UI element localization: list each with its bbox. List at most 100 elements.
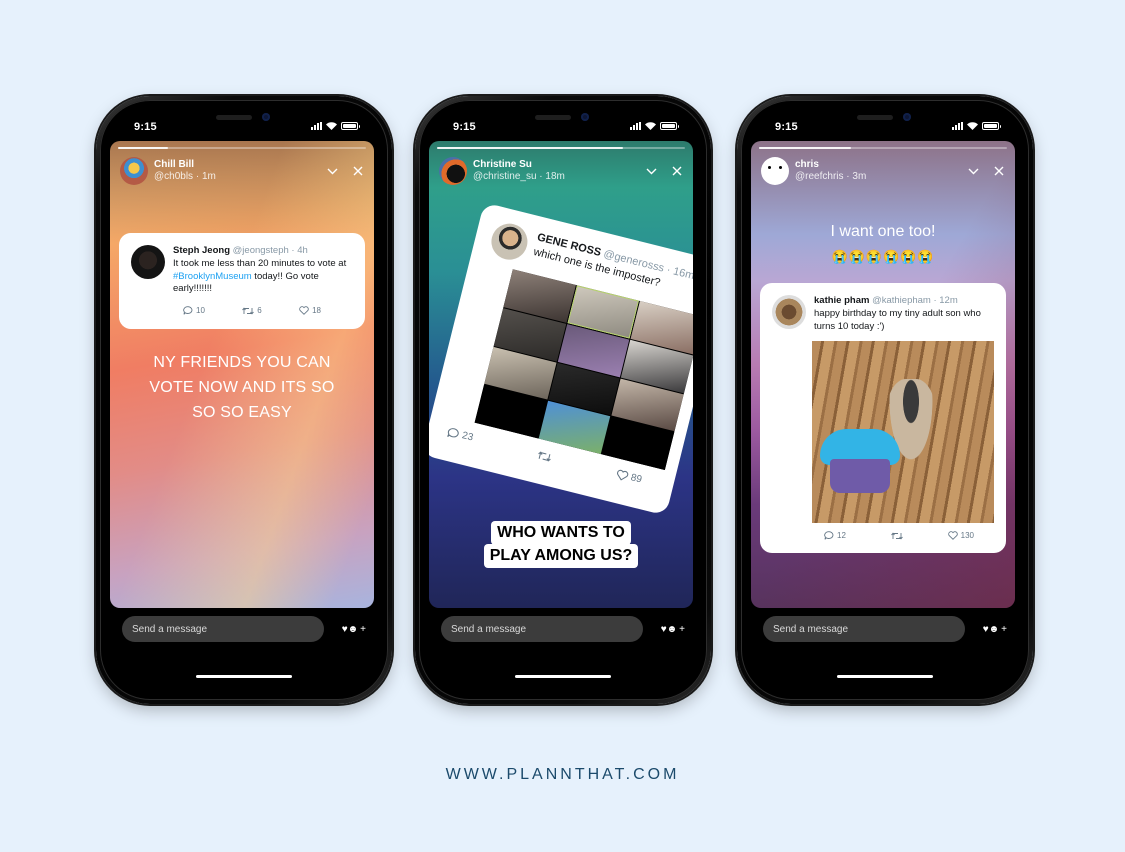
story-progress-fill: [118, 147, 168, 149]
story-user-handle: @christine_su · 18m: [473, 171, 565, 182]
react-button[interactable]: ♥☻ +: [983, 624, 1007, 635]
tweet-avatar: [487, 219, 532, 264]
reply-icon: [824, 531, 834, 541]
battery-icon: [660, 122, 679, 130]
tweet-image-video-call-grid[interactable]: [474, 269, 693, 471]
plus-icon: +: [1001, 623, 1007, 635]
status-time: 9:15: [453, 121, 476, 133]
heart-icon: [299, 306, 309, 316]
wifi-icon: [326, 122, 337, 130]
tweet-image-dog-photo[interactable]: [812, 341, 994, 524]
earpiece-speaker: [535, 115, 571, 120]
close-icon[interactable]: [993, 165, 1005, 177]
react-button[interactable]: ♥☻ +: [342, 624, 366, 635]
reply-action[interactable]: 10: [183, 306, 205, 315]
home-indicator[interactable]: [196, 675, 292, 678]
battery-icon: [982, 122, 1001, 130]
send-message-input[interactable]: [122, 616, 324, 642]
like-action[interactable]: 18: [299, 306, 321, 315]
plus-icon: +: [360, 623, 366, 635]
status-icons: [952, 122, 1001, 130]
heart-emoji-react-icon: ♥☻: [660, 623, 678, 635]
story-progress-fill: [759, 147, 851, 149]
reply-icon: [183, 306, 193, 315]
tweet-author-name: kathie pham: [814, 295, 870, 306]
avatar[interactable]: [439, 157, 467, 185]
retweet-action[interactable]: [537, 449, 553, 462]
heart-emoji-react-icon: ♥☻: [341, 623, 359, 635]
story-progress-fill: [437, 147, 623, 149]
front-camera: [581, 113, 589, 121]
react-button[interactable]: ♥☻ +: [661, 624, 685, 635]
front-camera: [262, 113, 270, 121]
chevron-down-icon[interactable]: [967, 165, 979, 177]
embedded-tweet-card[interactable]: Steph Jeong @jeongsteph · 4h It took me …: [119, 233, 365, 329]
send-message-input[interactable]: [441, 616, 643, 642]
cupcake-toy: [820, 429, 900, 494]
tweet-author-name: Steph Jeong: [173, 245, 231, 256]
story-user-name[interactable]: Christine Su: [473, 159, 565, 171]
story-user-name[interactable]: Chill Bill: [154, 159, 216, 171]
tweet-author-handle: @jeongsteph · 4h: [232, 245, 308, 256]
story-progress-bar: [759, 147, 1007, 149]
battery-icon: [341, 122, 360, 130]
close-icon[interactable]: [671, 165, 683, 177]
caption-line: WHO WANTS TO: [491, 521, 631, 545]
story-reply-bar: ♥☻+: [441, 616, 685, 642]
chevron-down-icon[interactable]: [645, 165, 657, 177]
send-message-input[interactable]: [763, 616, 965, 642]
avatar[interactable]: [120, 157, 148, 185]
story-header: Chill Bill @ch0bls · 1m: [120, 155, 364, 187]
story-text-line: VOTE NOW AND ITS SO: [149, 378, 335, 396]
like-count: 130: [960, 531, 974, 541]
retweet-icon: [242, 307, 255, 315]
crying-emoji-row: 😭😭😭😭😭😭: [831, 249, 935, 264]
wifi-icon: [645, 122, 656, 130]
tweet-avatar: [772, 295, 806, 329]
earpiece-speaker: [857, 115, 893, 120]
like-count: 18: [312, 306, 321, 316]
footer-website-url[interactable]: WWW.PLANNTHAT.COM: [0, 766, 1125, 784]
heart-icon: [616, 469, 629, 481]
heart-icon: [947, 531, 958, 541]
chevron-down-icon[interactable]: [326, 165, 338, 177]
embedded-tweet-card[interactable]: kathie pham @kathiepham · 12m happy birt…: [760, 283, 1006, 553]
embedded-tweet-card[interactable]: GENE ROSS @generosss · 16m which one is …: [429, 202, 693, 516]
story-progress-bar: [437, 147, 685, 149]
reply-icon: [447, 428, 459, 438]
like-action[interactable]: 130: [947, 531, 974, 541]
story-text-overlay: I want one too!: [830, 223, 936, 240]
tweet-text: happy birthday to my tiny adult son who …: [814, 307, 981, 332]
avatar[interactable]: [761, 157, 789, 185]
phone-mockup-3: 9:15 chris @reefchris · 3m I want one to…: [737, 96, 1033, 704]
status-icons: [630, 122, 679, 130]
reply-count: 12: [837, 531, 846, 541]
story-text-overlay: NY FRIENDS YOU CAN VOTE NOW AND ITS SO S…: [110, 351, 374, 425]
close-icon[interactable]: [352, 165, 364, 177]
retweet-icon: [890, 532, 903, 540]
story-user-name[interactable]: chris: [795, 159, 866, 171]
reply-count: 23: [460, 430, 475, 444]
story-header: chris @reefchris · 3m: [761, 155, 1005, 187]
caption-line: PLAY AMONG US?: [483, 544, 639, 568]
reply-action[interactable]: 12: [824, 531, 846, 540]
reply-count: 10: [196, 306, 205, 316]
story-screen: Christine Su @christine_su · 18m GENE RO…: [429, 141, 693, 608]
home-indicator[interactable]: [515, 675, 611, 678]
reply-action[interactable]: 23: [446, 427, 475, 444]
story-reply-bar: ♥☻+: [763, 616, 1007, 642]
cellular-signal-icon: [311, 122, 322, 130]
story-caption: WHO WANTS TO PLAY AMONG US?: [429, 521, 693, 568]
story-reply-bar: ♥☻+: [122, 616, 366, 642]
retweet-action[interactable]: 6: [242, 306, 262, 315]
story-screen: Chill Bill @ch0bls · 1m Steph Jeong @jeo…: [110, 141, 374, 608]
home-indicator[interactable]: [837, 675, 933, 678]
phone-mockup-1: 9:15 Chill Bill @ch0bls · 1m Steph Jeong…: [96, 96, 392, 704]
retweet-action[interactable]: [890, 532, 903, 540]
hashtag-link[interactable]: #BrooklynMuseum: [173, 271, 252, 282]
cellular-signal-icon: [952, 122, 963, 130]
story-text-line: SO SO EASY: [192, 403, 292, 421]
retweet-icon: [538, 450, 551, 462]
earpiece-speaker: [216, 115, 252, 120]
like-action[interactable]: 89: [615, 469, 643, 486]
